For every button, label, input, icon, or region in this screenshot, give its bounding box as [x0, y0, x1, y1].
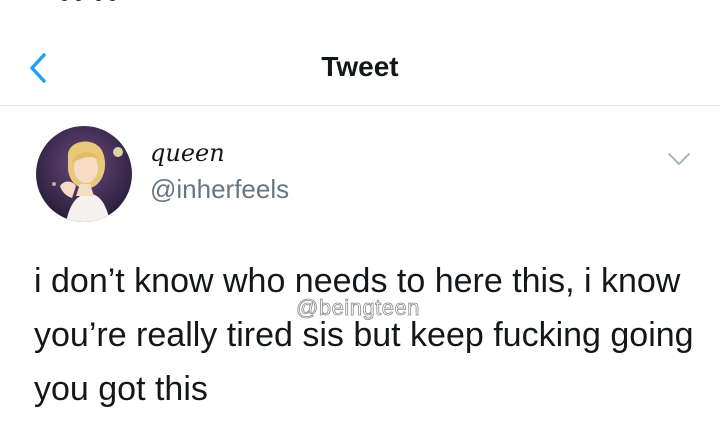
more-options-button[interactable]: [666, 150, 692, 168]
status-glyph: [74, 0, 83, 1]
user-handle[interactable]: @inherfeels: [150, 174, 289, 204]
status-bar: [0, 0, 720, 20]
avatar[interactable]: [36, 126, 132, 222]
status-glyph: [60, 0, 69, 1]
status-indicators: [588, 0, 668, 4]
chevron-down-icon: [668, 153, 690, 165]
display-name[interactable]: queen: [150, 138, 225, 168]
page-title: Tweet: [321, 51, 399, 82]
tweet-text: i don’t know who needs to here this, i k…: [34, 262, 694, 408]
watermark: @beingteen: [296, 295, 420, 320]
tweet-card: queen @inherfeels i don’t know who needs…: [0, 106, 720, 444]
avatar-illustration: [36, 126, 132, 222]
status-time: [60, 0, 120, 4]
top-navigation-bar: Tweet: [0, 30, 720, 106]
status-glyph: [108, 0, 117, 1]
status-glyph: [94, 0, 103, 1]
